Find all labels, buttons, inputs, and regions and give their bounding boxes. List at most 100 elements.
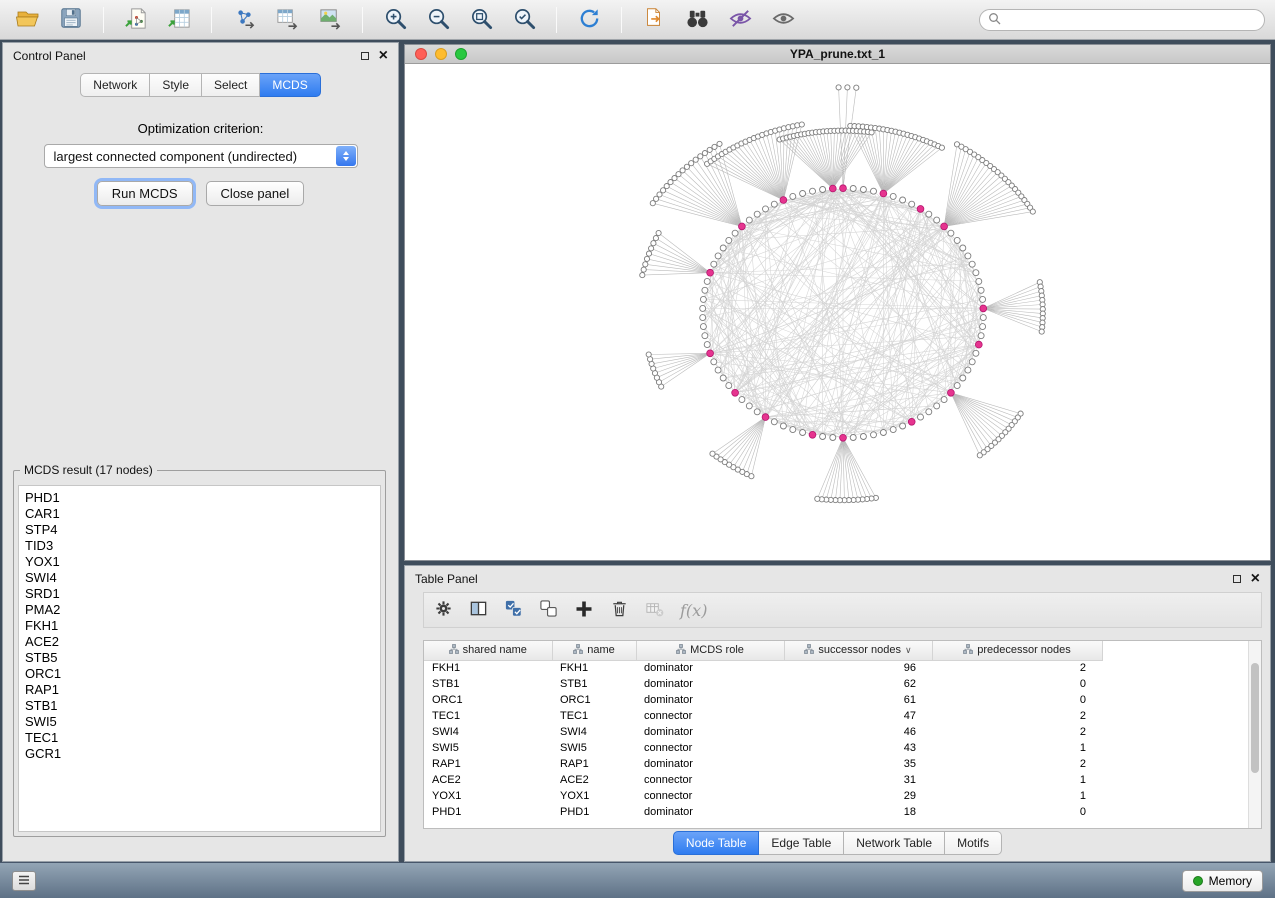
memory-label: Memory bbox=[1209, 874, 1252, 888]
table-row[interactable]: TEC1TEC1connector472 bbox=[424, 708, 1102, 724]
mcds-result-item[interactable]: ACE2 bbox=[25, 634, 380, 650]
close-window-button[interactable] bbox=[415, 48, 427, 60]
column-header-MCDS-role[interactable]: MCDS role bbox=[636, 641, 784, 660]
mcds-result-list[interactable]: PHD1CAR1STP4TID3YOX1SWI4SRD1PMA2FKH1ACE2… bbox=[18, 485, 381, 832]
mcds-result-item[interactable]: SRD1 bbox=[25, 586, 380, 602]
table-row[interactable]: STB1STB1dominator620 bbox=[424, 676, 1102, 692]
table-row[interactable]: SWI5SWI5connector431 bbox=[424, 740, 1102, 756]
eye-icon bbox=[771, 6, 796, 34]
export-image-button[interactable] bbox=[312, 4, 348, 36]
table-cell: STB1 bbox=[424, 676, 552, 692]
column-header-shared-name[interactable]: shared name bbox=[424, 641, 552, 660]
function-builder-button[interactable]: f(x) bbox=[680, 601, 707, 620]
mcds-result-item[interactable]: TID3 bbox=[25, 538, 380, 554]
table-row[interactable]: SWI4SWI4dominator462 bbox=[424, 724, 1102, 740]
mcds-result-item[interactable]: STP4 bbox=[25, 522, 380, 538]
scrollbar-thumb[interactable] bbox=[1251, 663, 1259, 773]
zoom-selected-button[interactable] bbox=[506, 4, 542, 36]
mcds-result-item[interactable]: STB1 bbox=[25, 698, 380, 714]
tab-motifs[interactable]: Motifs bbox=[945, 831, 1002, 855]
mcds-result-item[interactable]: PHD1 bbox=[25, 490, 380, 506]
table-row[interactable]: RAP1RAP1dominator352 bbox=[424, 756, 1102, 772]
delete-column-button[interactable] bbox=[610, 599, 629, 621]
maximize-window-button[interactable] bbox=[455, 48, 467, 60]
network-graph[interactable] bbox=[405, 64, 1270, 560]
table-settings-button[interactable] bbox=[434, 599, 453, 621]
export-network-button[interactable] bbox=[226, 4, 262, 36]
table-cell: SWI5 bbox=[552, 740, 636, 756]
run-mcds-button[interactable]: Run MCDS bbox=[97, 181, 193, 206]
tab-network-table[interactable]: Network Table bbox=[844, 831, 945, 855]
tab-select[interactable]: Select bbox=[202, 73, 260, 97]
table-cell: dominator bbox=[636, 756, 784, 772]
table-cell: 0 bbox=[932, 676, 1102, 692]
search-network-button[interactable] bbox=[679, 4, 715, 36]
search-input[interactable] bbox=[1006, 12, 1264, 28]
minimize-window-button[interactable] bbox=[435, 48, 447, 60]
network-window-titlebar[interactable]: YPA_prune.txt_1 bbox=[405, 45, 1270, 64]
import-network-button[interactable] bbox=[118, 4, 154, 36]
table-row[interactable]: PHD1PHD1dominator180 bbox=[424, 804, 1102, 820]
mcds-result-item[interactable]: TEC1 bbox=[25, 730, 380, 746]
close-panel-icon[interactable]: × bbox=[1251, 573, 1260, 585]
toolbar-separator bbox=[211, 7, 212, 33]
tab-node-table[interactable]: Node Table bbox=[673, 831, 760, 855]
table-scrollbar[interactable] bbox=[1248, 641, 1261, 828]
panel-menu-button[interactable] bbox=[12, 871, 36, 891]
table-cell: 31 bbox=[784, 772, 932, 788]
mcds-result-item[interactable]: RAP1 bbox=[25, 682, 380, 698]
network-canvas[interactable] bbox=[405, 64, 1270, 560]
select-all-button[interactable] bbox=[504, 599, 523, 621]
refresh-view-button[interactable] bbox=[571, 4, 607, 36]
tab-edge-table[interactable]: Edge Table bbox=[759, 831, 844, 855]
column-header-name[interactable]: name bbox=[552, 641, 636, 660]
table-cell: 18 bbox=[784, 804, 932, 820]
criterion-value: largest connected component (undirected) bbox=[54, 149, 298, 164]
import-table-button[interactable] bbox=[161, 4, 197, 36]
close-panel-button[interactable]: Close panel bbox=[206, 181, 305, 206]
float-panel-icon[interactable] bbox=[1233, 575, 1241, 583]
memory-button[interactable]: Memory bbox=[1182, 870, 1263, 892]
column-header-predecessor-nodes[interactable]: predecessor nodes bbox=[932, 641, 1102, 660]
open-session-button[interactable] bbox=[10, 4, 46, 36]
mcds-result-item[interactable]: SWI5 bbox=[25, 714, 380, 730]
unchecked-boxes-icon bbox=[539, 599, 558, 621]
add-column-button[interactable] bbox=[574, 599, 594, 622]
float-panel-icon[interactable] bbox=[361, 52, 369, 60]
mcds-result-item[interactable]: CAR1 bbox=[25, 506, 380, 522]
zoom-out-button[interactable] bbox=[420, 4, 456, 36]
mcds-result-item[interactable]: GCR1 bbox=[25, 746, 380, 762]
close-panel-icon[interactable]: × bbox=[379, 50, 388, 62]
mcds-result-item[interactable]: SWI4 bbox=[25, 570, 380, 586]
deselect-all-button[interactable] bbox=[539, 599, 558, 621]
import-network-icon bbox=[124, 6, 149, 34]
column-header-successor-nodes[interactable]: successor nodes∨ bbox=[784, 641, 932, 660]
table-cell: dominator bbox=[636, 660, 784, 676]
hide-details-button[interactable] bbox=[722, 4, 758, 36]
tab-style[interactable]: Style bbox=[150, 73, 202, 97]
mcds-result-item[interactable]: ORC1 bbox=[25, 666, 380, 682]
tab-mcds[interactable]: MCDS bbox=[260, 73, 320, 97]
save-session-button[interactable] bbox=[53, 4, 89, 36]
export-table-button[interactable] bbox=[269, 4, 305, 36]
zoom-in-button[interactable] bbox=[377, 4, 413, 36]
zoom-fit-button[interactable] bbox=[463, 4, 499, 36]
function-icon: f(x) bbox=[680, 601, 707, 620]
mcds-result-item[interactable]: STB5 bbox=[25, 650, 380, 666]
table-cell: dominator bbox=[636, 804, 784, 820]
mcds-result-item[interactable]: PMA2 bbox=[25, 602, 380, 618]
search-box bbox=[979, 9, 1265, 31]
show-details-button[interactable] bbox=[765, 4, 801, 36]
copy-document-button[interactable] bbox=[636, 4, 672, 36]
control-panel-title: Control Panel bbox=[13, 49, 86, 63]
table-row[interactable]: YOX1YOX1connector291 bbox=[424, 788, 1102, 804]
tab-network[interactable]: Network bbox=[80, 73, 150, 97]
criterion-dropdown[interactable]: largest connected component (undirected) bbox=[44, 144, 358, 168]
mcds-result-item[interactable]: YOX1 bbox=[25, 554, 380, 570]
show-columns-button[interactable] bbox=[469, 599, 488, 621]
delete-table-button[interactable] bbox=[645, 599, 664, 621]
table-row[interactable]: FKH1FKH1dominator962 bbox=[424, 660, 1102, 676]
table-row[interactable]: ORC1ORC1dominator610 bbox=[424, 692, 1102, 708]
mcds-result-item[interactable]: FKH1 bbox=[25, 618, 380, 634]
table-row[interactable]: ACE2ACE2connector311 bbox=[424, 772, 1102, 788]
